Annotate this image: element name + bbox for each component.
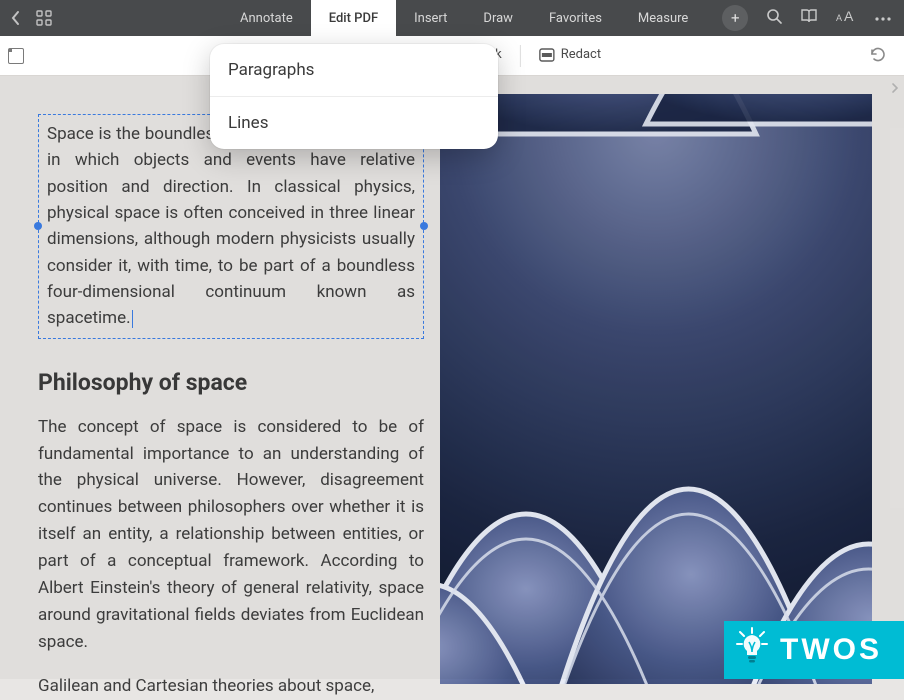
more-horizontal-icon	[874, 16, 892, 22]
book-icon	[800, 8, 818, 24]
grid-icon	[36, 10, 52, 26]
text-caret	[132, 310, 133, 328]
next-page-chevron[interactable]	[890, 82, 900, 98]
more-button[interactable]	[874, 11, 892, 26]
document-text-column: Space is the boundless three-dimensional…	[38, 114, 424, 700]
back-button[interactable]	[10, 10, 22, 26]
resize-handle-right[interactable]	[420, 222, 428, 230]
mode-tabs: Annotate Edit PDF Insert Draw Favorites …	[222, 0, 748, 36]
dropdown-item-lines[interactable]: Lines	[210, 96, 498, 149]
tab-edit-pdf[interactable]: Edit PDF	[311, 0, 396, 36]
redact-icon	[539, 48, 555, 62]
tab-measure[interactable]: Measure	[620, 0, 706, 36]
top-toolbar: Annotate Edit PDF Insert Draw Favorites …	[0, 0, 904, 36]
document-image	[440, 94, 872, 684]
topbar-right-group: AA	[766, 8, 904, 28]
selected-paragraph-text[interactable]: Space is the boundless three-dimensional…	[47, 124, 415, 328]
resize-handle-left[interactable]	[34, 222, 42, 230]
toolbar-divider	[520, 45, 521, 67]
tab-favorites[interactable]: Favorites	[531, 0, 620, 36]
redact-tool-label: Redact	[561, 47, 601, 62]
selection-mode-button[interactable]	[0, 48, 24, 64]
tab-draw[interactable]: Draw	[465, 0, 531, 36]
document-heading[interactable]: Philosophy of space	[38, 369, 424, 396]
tab-annotate[interactable]: Annotate	[222, 0, 311, 36]
add-tab-button[interactable]: +	[722, 5, 748, 31]
undo-icon	[868, 45, 888, 63]
undo-button[interactable]	[868, 45, 888, 67]
topbar-left-group	[0, 10, 52, 26]
document-paragraph-1[interactable]: The concept of space is considered to be…	[38, 414, 424, 656]
chevron-left-icon	[10, 10, 22, 26]
thumbnails-button[interactable]	[36, 10, 52, 26]
search-button[interactable]	[766, 8, 782, 28]
selection-box-icon	[8, 48, 24, 64]
watermark-badge: TWOS	[724, 621, 904, 679]
reader-view-button[interactable]	[800, 8, 818, 28]
tab-insert[interactable]: Insert	[396, 0, 465, 36]
text-size-button[interactable]: AA	[836, 9, 856, 27]
dropdown-item-paragraphs[interactable]: Paragraphs	[210, 44, 498, 96]
lightbulb-icon	[734, 626, 770, 674]
redact-tool[interactable]: Redact	[527, 36, 613, 75]
chevron-right-icon	[890, 82, 900, 94]
svg-text:A: A	[844, 9, 854, 23]
search-icon	[766, 8, 782, 24]
watermark-label: TWOS	[780, 633, 882, 667]
text-tool-dropdown: Paragraphs Lines	[210, 44, 498, 149]
font-size-icon: AA	[836, 9, 856, 23]
document-canvas[interactable]: Space is the boundless three-dimensional…	[0, 76, 904, 679]
svg-text:A: A	[836, 13, 842, 23]
document-paragraph-2[interactable]: Galilean and Cartesian theories about sp…	[38, 673, 424, 700]
